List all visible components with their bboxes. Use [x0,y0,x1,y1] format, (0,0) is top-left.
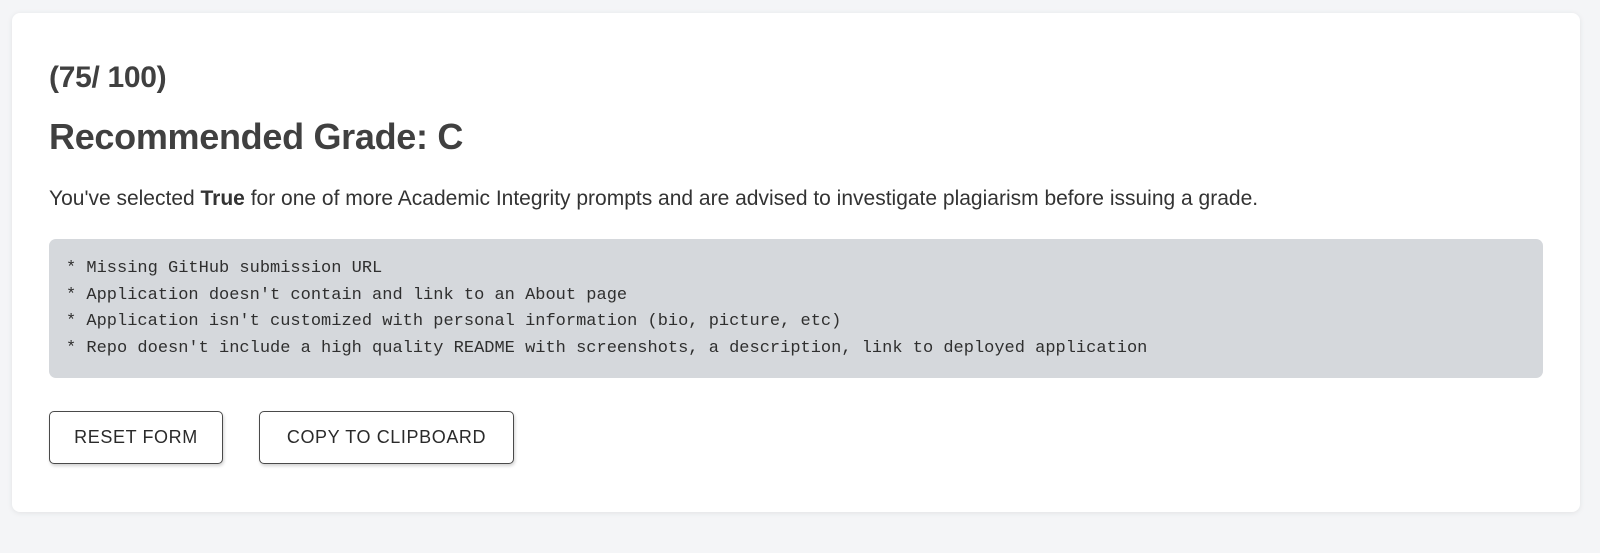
reset-form-button[interactable]: RESET FORM [49,411,223,464]
feedback-line: * Application doesn't contain and link t… [66,285,628,305]
score-heading: (75/ 100) [49,61,167,94]
feedback-line: * Application isn't customized with pers… [66,312,842,331]
notice-bold-value: True [200,187,245,210]
feedback-line: * Missing GitHub submission URL [66,259,383,278]
copy-to-clipboard-button[interactable]: COPY TO CLIPBOARD [259,411,514,464]
notice-prefix: You've selected [49,187,201,210]
recommended-grade-heading: Recommended Grade: C [49,116,464,157]
grade-result-card: (75/ 100) Recommended Grade: C You've se… [12,13,1580,512]
feedback-box: * Missing GitHub submission URL * Applic… [49,239,1543,378]
notice-suffix: for one of more Academic Integrity promp… [244,187,1259,210]
academic-integrity-notice: You've selected True for one of more Aca… [49,187,1258,211]
feedback-line: * Repo doesn't include a high quality RE… [66,338,1148,358]
